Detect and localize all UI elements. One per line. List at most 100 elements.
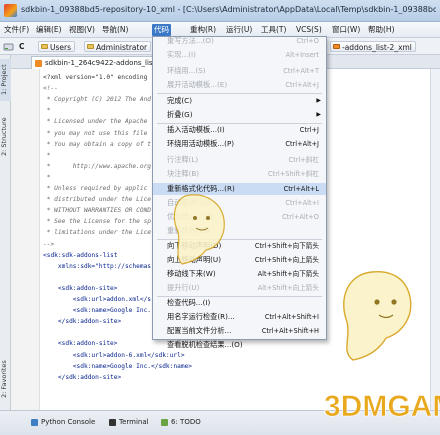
window-title: sdkbin-1_09388bd5-repository-10_xml - [C…: [21, 5, 436, 14]
code-menu-item[interactable]: 向上移动声明(U) Ctrl+Shift+向上箭头: [153, 254, 326, 266]
breadcrumb-label: Users: [50, 43, 72, 52]
menu-item-label: 环绕用活动模板...(P): [167, 139, 235, 148]
menu-item-label: 重写方法...(O): [167, 36, 214, 45]
breadcrumb-file[interactable]: -addons_list-2_xml: [330, 41, 416, 52]
menu-item-shortcut: Ctrl+J: [299, 126, 319, 134]
menu-item-shortcut: Alt+Insert: [285, 51, 319, 59]
menu-navigate[interactable]: 导航(N): [100, 24, 130, 36]
code-menu-item[interactable]: 环绕用...(S) Ctrl+Alt+T: [153, 65, 326, 77]
menu-item-label: 提升行(U): [167, 283, 200, 292]
menu-item-shortcut: Ctrl+O: [296, 37, 319, 45]
code-line: *: [43, 151, 51, 159]
tab-todo[interactable]: 6: TODO: [160, 416, 201, 429]
bottom-tool-bar: Python Console Terminal 6: TODO: [0, 410, 440, 435]
code-menu-item[interactable]: 展开活动模板...(E) Ctrl+Alt+J: [153, 79, 326, 91]
menu-window[interactable]: 窗口(W): [330, 24, 362, 36]
code-menu-item[interactable]: 重新格式化代码...(R) Ctrl+Alt+L: [153, 183, 326, 195]
code-line: * Copyright (C) 2012 The And: [43, 96, 152, 104]
title-bar: sdkbin-1_09388bd5-repository-10_xml - [C…: [0, 0, 440, 22]
code-line: * limitations under the Lice: [43, 229, 152, 237]
code-line: * Licensed under the Apache: [43, 118, 148, 126]
menu-item-label: 检查代码...(I): [167, 298, 211, 307]
editor-tab-label: sdkbin-1_264c9422-addons_list: [45, 59, 156, 67]
menu-item-label: 实现...(I): [167, 50, 196, 59]
menu-item-label: 折叠(G): [167, 110, 193, 119]
tab-terminal[interactable]: Terminal: [108, 416, 149, 429]
code-menu-item[interactable]: 自动缩进行(I) Ctrl+Alt+I: [153, 197, 326, 209]
menu-file[interactable]: 文件(F): [2, 24, 31, 36]
menu-edit[interactable]: 编辑(E): [34, 24, 64, 36]
editor-tab-file[interactable]: sdkbin-1_264c9422-addons_list: [31, 56, 161, 69]
code-line: <sdk:addon-site>: [43, 284, 118, 292]
breadcrumb-users[interactable]: Users: [38, 41, 76, 52]
menu-item-label: 查看脱机检查结果...(O): [167, 340, 243, 349]
python-console-icon: [31, 419, 38, 426]
code-line: * you may not use this file: [43, 129, 148, 137]
code-line: </sdk:addon-site>: [43, 373, 122, 381]
tab-label: 6: TODO: [171, 418, 201, 426]
tab-python-console[interactable]: Python Console: [30, 416, 95, 429]
breadcrumb-label: Administrator: [96, 43, 148, 52]
code-menu-item[interactable]: 完成(C) ▶: [153, 95, 326, 107]
code-menu-item[interactable]: 重新排列代码: [153, 225, 326, 237]
editor-gutter: [11, 69, 40, 410]
menu-item-label: 插入活动模板...(I): [167, 125, 225, 134]
menu-view[interactable]: 视图(V): [67, 24, 97, 36]
code-line: * WITHOUT WARRANTIES OR COND: [43, 207, 152, 215]
code-line: <sdk:url>addon-6.xml</sdk:url>: [43, 351, 185, 359]
folder-icon: [41, 44, 48, 49]
code-line: *: [43, 107, 51, 115]
tab-structure[interactable]: 2: Structure: [0, 111, 11, 163]
breadcrumb-drive[interactable]: C: [19, 42, 25, 51]
code-line: </sdk:addon-site>: [43, 318, 122, 326]
code-menu-item[interactable]: 配置当前文件分析... Ctrl+Alt+Shift+H: [153, 325, 326, 337]
menu-item-shortcut: Alt+Shift+向下箭头: [257, 270, 319, 278]
breadcrumb-administrator[interactable]: Administrator: [84, 41, 152, 52]
code-line: <!--: [43, 85, 58, 93]
code-line: <sdk:addon-site>: [43, 340, 118, 348]
code-menu-item[interactable]: 向下移动声明(D) Ctrl+Shift+向下箭头: [153, 240, 326, 252]
code-menu-item[interactable]: 重写方法...(O) Ctrl+O: [153, 35, 326, 47]
code-line: -->: [43, 240, 55, 248]
code-line: *: [43, 173, 51, 181]
xml-file-icon: [35, 60, 42, 67]
app-logo-icon: [4, 4, 17, 17]
menu-item-shortcut: Ctrl+Shift+斜杠: [268, 170, 319, 178]
code-menu-item[interactable]: 折叠(G) ▶: [153, 109, 326, 121]
code-menu-item[interactable]: 提升行(U) Alt+Shift+向上箭头: [153, 282, 326, 294]
code-menu-item[interactable]: 环绕用活动模板...(P) Ctrl+Alt+J: [153, 138, 326, 150]
menu-item-shortcut: Ctrl+Alt+J: [285, 140, 319, 148]
menu-item-label: 完成(C): [167, 96, 193, 105]
menu-item-shortcut: Ctrl+Alt+J: [285, 81, 319, 89]
tab-favorites[interactable]: 2: Favorites: [0, 353, 11, 405]
menu-item-label: 配置当前文件分析...: [167, 326, 232, 335]
menu-item-label: 块注释(B): [167, 169, 200, 178]
tab-label: Python Console: [41, 418, 96, 426]
code-menu-item[interactable]: 块注释(B) Ctrl+Shift+斜杠: [153, 168, 326, 180]
todo-icon: [161, 419, 168, 426]
code-line: * Unless required by applic: [43, 185, 148, 192]
menu-item-label: 行注释(L): [167, 155, 199, 164]
menu-item-label: 优化导入...(Z): [167, 212, 214, 221]
menu-item-label: 移动线下来(W): [167, 269, 216, 278]
xml-file-icon: [333, 44, 340, 49]
code-menu-item[interactable]: 优化导入...(Z) Ctrl+Alt+O: [153, 211, 326, 223]
tab-project[interactable]: 1: Project: [0, 59, 11, 101]
menu-item-label: 环绕用...(S): [167, 66, 206, 75]
menu-item-label: 重新格式化代码...(R): [167, 184, 235, 193]
menu-help[interactable]: 帮助(H): [366, 24, 397, 36]
left-tool-strip: 1: Project 2: Structure 2: Favorites: [0, 55, 11, 410]
code-menu-item[interactable]: 实现...(I) Alt+Insert: [153, 49, 326, 61]
code-menu-item[interactable]: 插入活动模板...(I) Ctrl+J: [153, 124, 326, 136]
code-menu-item[interactable]: 移动线下来(W) Alt+Shift+向下箭头: [153, 268, 326, 280]
code-menu-item[interactable]: 检查代码...(I): [153, 297, 326, 309]
right-scroll-strip[interactable]: [430, 69, 440, 410]
code-menu-item[interactable]: 查看脱机检查结果...(O): [153, 339, 326, 351]
tab-label: Terminal: [119, 418, 149, 426]
code-menu-dropdown: 重写方法...(O) Ctrl+O 实现...(I) Alt+Insert 环绕用...…: [152, 35, 327, 349]
code-menu-item[interactable]: 用名字运行检查(R)... Ctrl+Alt+Shift+I: [153, 311, 326, 323]
submenu-arrow-icon: ▶: [316, 111, 321, 118]
code-menu-item[interactable]: 行注释(L) Ctrl+斜杠: [153, 154, 326, 166]
menu-separator: [157, 93, 322, 94]
menu-item-label: 自动缩进行(I): [167, 198, 211, 207]
